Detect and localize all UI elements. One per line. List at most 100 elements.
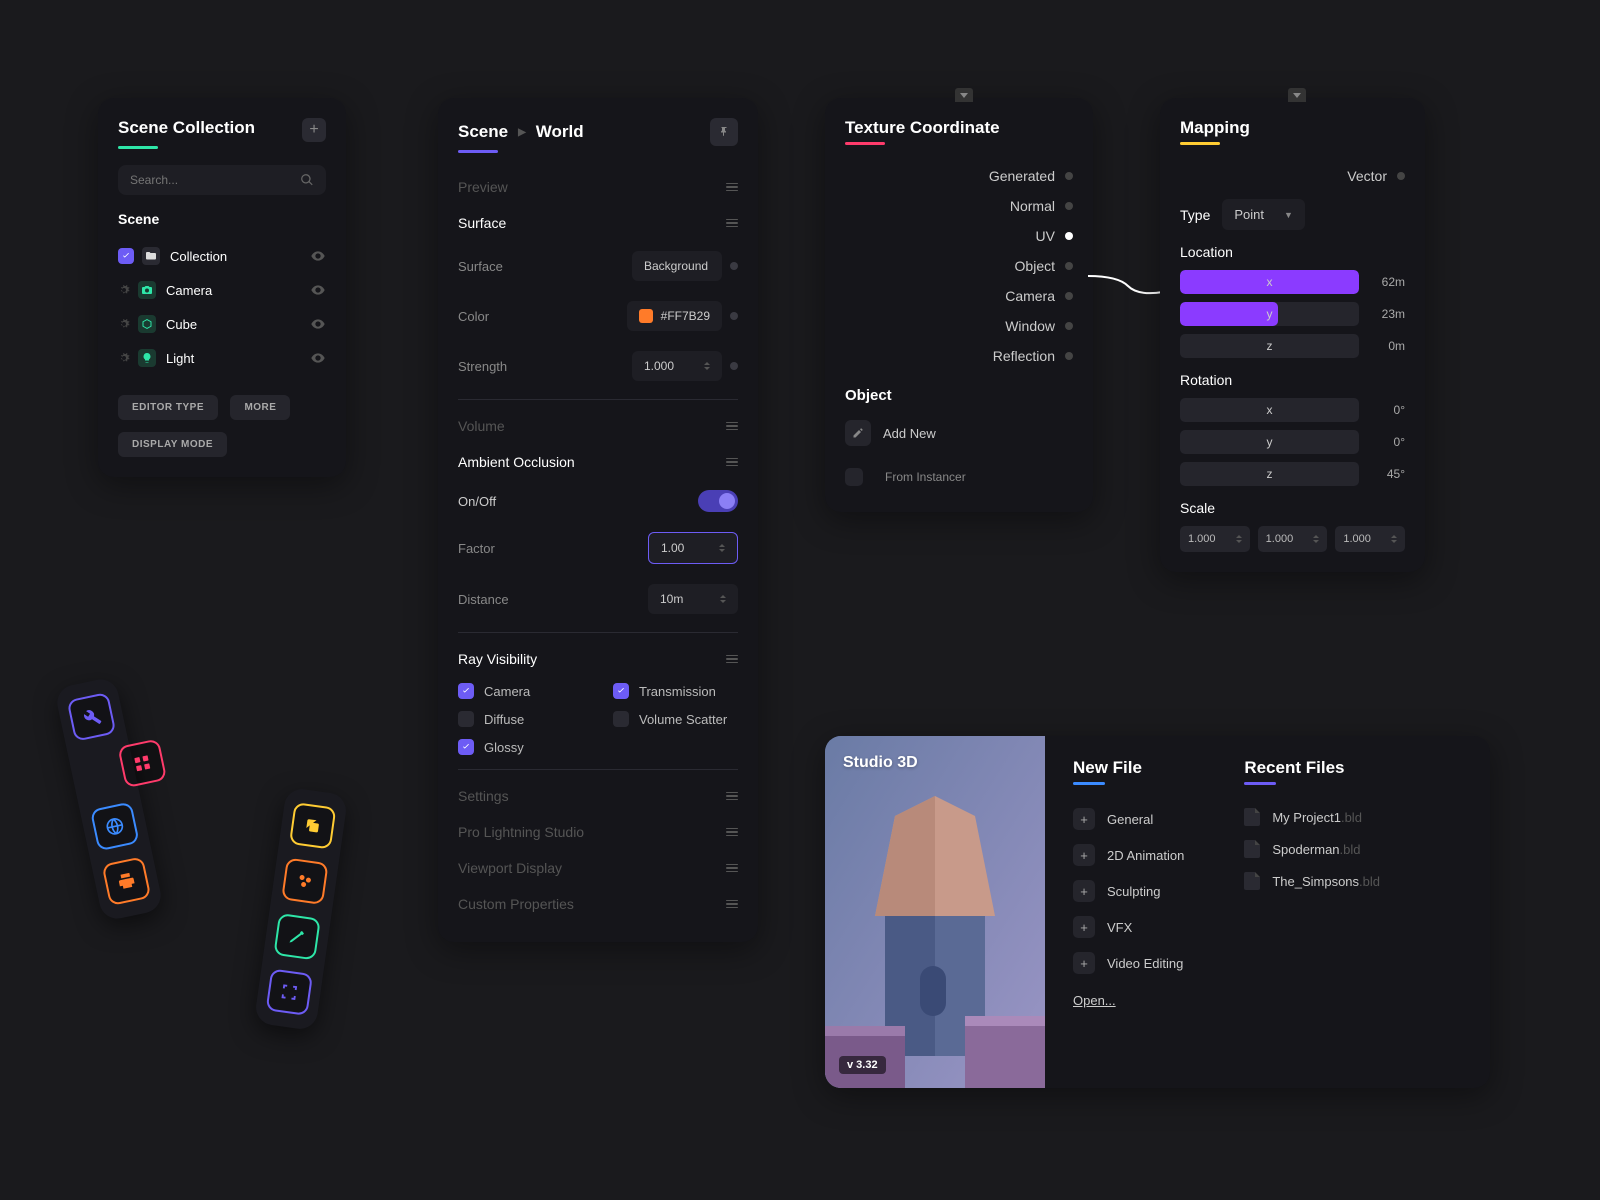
location-z-slider[interactable]: z 0m xyxy=(1180,334,1405,358)
section-custom-properties[interactable]: Custom Properties xyxy=(458,886,738,922)
section-ray-visibility[interactable]: Ray Visibility xyxy=(458,641,738,677)
recent-file-item[interactable]: The_Simpsons.bld xyxy=(1244,865,1380,897)
breadcrumb-scene[interactable]: Scene xyxy=(458,122,508,142)
tree-item-collection[interactable]: Collection xyxy=(118,239,326,273)
new-file-sculpting[interactable]: +Sculpting xyxy=(1073,873,1184,909)
open-link[interactable]: Open... xyxy=(1073,993,1116,1008)
tool-edit-button[interactable] xyxy=(273,913,320,960)
tool-globe-button[interactable] xyxy=(90,801,140,851)
hamburger-icon xyxy=(726,792,738,801)
pin-button[interactable] xyxy=(710,118,738,146)
check-diffuse[interactable]: Diffuse xyxy=(458,705,583,733)
rotation-y-slider[interactable]: y 0° xyxy=(1180,430,1405,454)
rotation-z-slider[interactable]: z 45° xyxy=(1180,462,1405,486)
editor-type-button[interactable]: EDITOR TYPE xyxy=(118,395,218,420)
check-transmission[interactable]: Transmission xyxy=(613,677,738,705)
socket-dot[interactable] xyxy=(1065,172,1073,180)
divider xyxy=(458,632,738,633)
scale-y-input[interactable]: 1.000 xyxy=(1258,526,1328,552)
new-file-vfx[interactable]: +VFX xyxy=(1073,909,1184,945)
check-volume-scatter[interactable]: Volume Scatter xyxy=(613,705,738,733)
distance-value-input[interactable]: 10m xyxy=(648,584,738,614)
strength-value-input[interactable]: 1.000 xyxy=(632,351,722,381)
add-new-button[interactable]: Add New xyxy=(845,414,1073,452)
add-collection-button[interactable]: + xyxy=(302,118,326,142)
socket-dot[interactable] xyxy=(1065,232,1073,240)
gear-icon[interactable] xyxy=(118,352,130,364)
location-x-slider[interactable]: x 62m xyxy=(1180,270,1405,294)
socket-dot[interactable] xyxy=(1065,262,1073,270)
rotation-x-slider[interactable]: x 0° xyxy=(1180,398,1405,422)
check-camera[interactable]: Camera xyxy=(458,677,583,705)
new-file-2d-animation[interactable]: +2D Animation xyxy=(1073,837,1184,873)
more-button[interactable]: MORE xyxy=(230,395,290,420)
gear-icon[interactable] xyxy=(118,318,130,330)
socket-dot[interactable] xyxy=(1065,202,1073,210)
output-vector[interactable]: Vector xyxy=(1180,161,1405,191)
node-collapse-arrow[interactable] xyxy=(1288,88,1306,102)
section-viewport-display[interactable]: Viewport Display xyxy=(458,850,738,886)
socket-dot[interactable] xyxy=(1065,292,1073,300)
type-select[interactable]: Point▼ xyxy=(1222,199,1305,230)
section-settings[interactable]: Settings xyxy=(458,778,738,814)
document-icon xyxy=(1244,872,1260,890)
section-pro-lightning[interactable]: Pro Lightning Studio xyxy=(458,814,738,850)
node-collapse-arrow[interactable] xyxy=(955,88,973,102)
output-generated[interactable]: Generated xyxy=(845,161,1073,191)
visibility-icon[interactable] xyxy=(310,248,326,264)
tool-cluster-button[interactable] xyxy=(281,858,328,905)
tool-palette-left[interactable] xyxy=(54,676,164,922)
factor-value-input[interactable]: 1.00 xyxy=(648,532,738,564)
tool-wrench-button[interactable] xyxy=(67,692,117,742)
color-value-input[interactable]: #FF7B29 xyxy=(627,301,722,331)
visibility-icon[interactable] xyxy=(310,350,326,366)
new-file-general[interactable]: +General xyxy=(1073,801,1184,837)
output-camera[interactable]: Camera xyxy=(845,281,1073,311)
tool-print-button[interactable] xyxy=(102,856,152,906)
surface-value-input[interactable]: Background xyxy=(632,251,722,281)
socket-dot[interactable] xyxy=(1065,322,1073,330)
gear-icon[interactable] xyxy=(118,284,130,296)
socket-dot[interactable] xyxy=(730,262,738,270)
mapping-node[interactable]: Mapping Vector Type Point▼ Location x 62… xyxy=(1160,98,1425,572)
onoff-toggle[interactable] xyxy=(698,490,738,512)
search-input[interactable] xyxy=(130,173,300,187)
visibility-icon[interactable] xyxy=(310,316,326,332)
recent-file-item[interactable]: Spoderman.bld xyxy=(1244,833,1380,865)
checkbox[interactable] xyxy=(118,248,134,264)
output-reflection[interactable]: Reflection xyxy=(845,341,1073,371)
search-input-container[interactable] xyxy=(118,165,326,195)
light-icon xyxy=(138,349,156,367)
breadcrumb-world[interactable]: World xyxy=(536,122,584,142)
socket-dot[interactable] xyxy=(1397,172,1405,180)
tool-grid-button[interactable] xyxy=(117,738,167,788)
tool-copy-button[interactable] xyxy=(289,802,336,849)
section-preview[interactable]: Preview xyxy=(458,169,738,205)
output-uv[interactable]: UV xyxy=(845,221,1073,251)
section-ao[interactable]: Ambient Occlusion xyxy=(458,444,738,480)
tree-item-camera[interactable]: Camera xyxy=(118,273,326,307)
output-window[interactable]: Window xyxy=(845,311,1073,341)
scale-z-input[interactable]: 1.000 xyxy=(1335,526,1405,552)
tool-palette-right[interactable] xyxy=(254,787,349,1031)
socket-dot[interactable] xyxy=(1065,352,1073,360)
output-object[interactable]: Object xyxy=(845,251,1073,281)
texture-coordinate-node[interactable]: Texture Coordinate Generated Normal UV O… xyxy=(825,98,1093,512)
output-normal[interactable]: Normal xyxy=(845,191,1073,221)
from-instancer-checkbox[interactable]: From Instancer xyxy=(845,462,1073,492)
visibility-icon[interactable] xyxy=(310,282,326,298)
recent-file-item[interactable]: My Project1.bld xyxy=(1244,801,1380,833)
new-file-video-editing[interactable]: +Video Editing xyxy=(1073,945,1184,981)
section-volume[interactable]: Volume xyxy=(458,408,738,444)
display-mode-button[interactable]: DISPLAY MODE xyxy=(118,432,227,457)
check-glossy[interactable]: Glossy xyxy=(458,733,583,761)
section-surface[interactable]: Surface xyxy=(458,205,738,241)
tree-item-cube[interactable]: Cube xyxy=(118,307,326,341)
location-y-slider[interactable]: y 23m xyxy=(1180,302,1405,326)
scale-x-input[interactable]: 1.000 xyxy=(1180,526,1250,552)
socket-dot[interactable] xyxy=(730,362,738,370)
tool-focus-button[interactable] xyxy=(266,968,313,1015)
socket-dot[interactable] xyxy=(730,312,738,320)
stepper-icon xyxy=(1313,535,1319,543)
tree-item-light[interactable]: Light xyxy=(118,341,326,375)
